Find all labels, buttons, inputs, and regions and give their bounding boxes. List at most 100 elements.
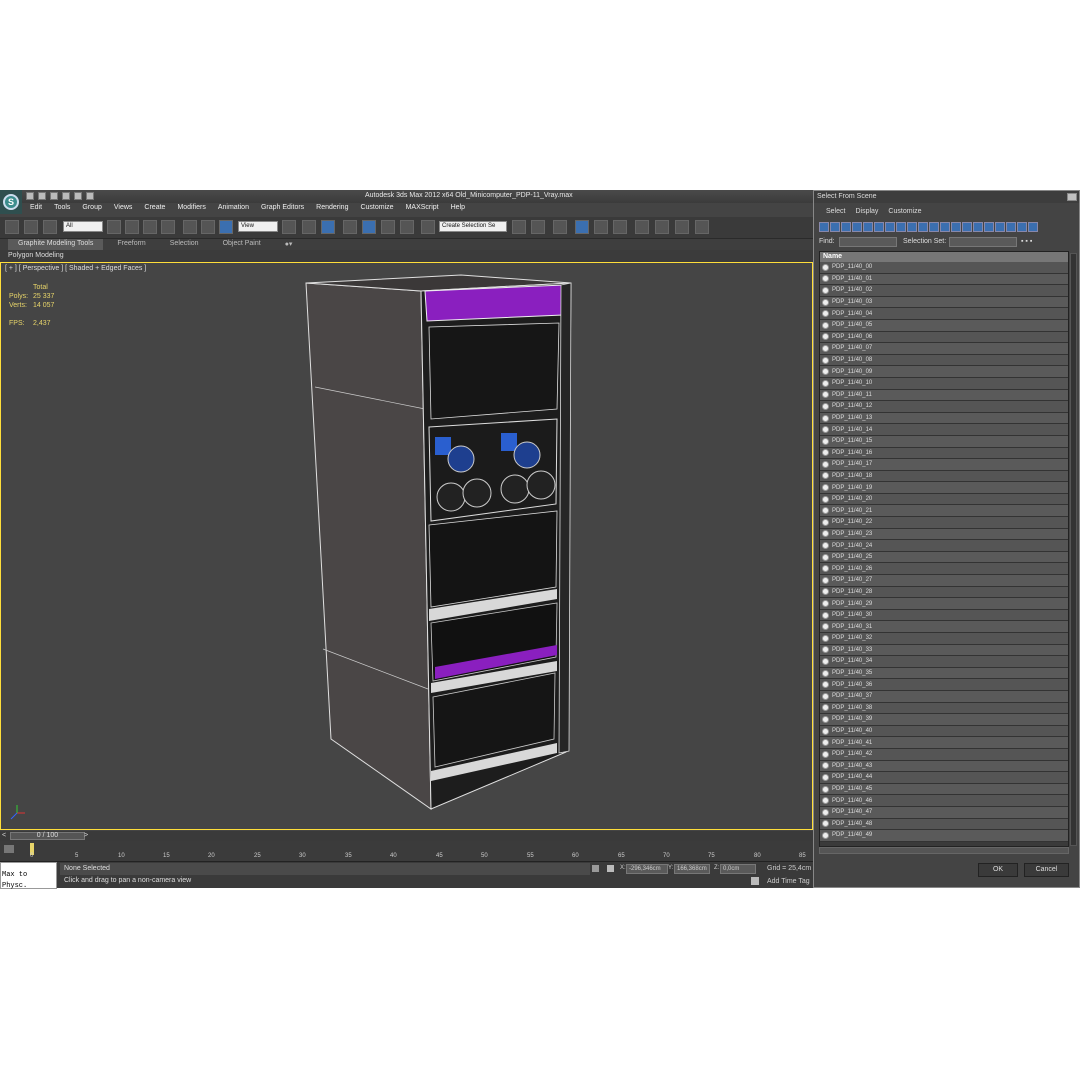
list-item[interactable]: PDP_11/40_40 (820, 725, 1068, 738)
list-item[interactable]: PDP_11/40_42 (820, 748, 1068, 761)
viewport-label[interactable]: [ + ] [ Perspective ] [ Shaded + Edged F… (5, 265, 146, 272)
find-input[interactable] (839, 237, 897, 247)
absolute-mode-icon[interactable] (607, 865, 614, 872)
material-editor-icon[interactable] (635, 220, 649, 234)
time-slider-prev-icon[interactable]: < (2, 832, 6, 839)
list-item[interactable]: PDP_11/40_39 (820, 714, 1068, 726)
list-item[interactable]: PDP_11/40_26 (820, 563, 1068, 576)
select-none-icon[interactable] (995, 222, 1005, 232)
list-item[interactable]: PDP_11/40_05 (820, 319, 1068, 332)
menu-graph-editors[interactable]: Graph Editors (261, 204, 304, 216)
filter-containers-icon[interactable] (918, 222, 928, 232)
pivot-center-icon[interactable] (282, 220, 296, 234)
filter-geometry-icon[interactable] (819, 222, 829, 232)
lock-selection-icon[interactable] (592, 865, 599, 872)
list-item[interactable]: PDP_11/40_27 (820, 575, 1068, 587)
scale-icon[interactable] (219, 220, 233, 234)
menu-animation[interactable]: Animation (218, 204, 249, 216)
curve-editor-icon[interactable] (594, 220, 608, 234)
menu-modifiers[interactable]: Modifiers (177, 204, 205, 216)
list-item[interactable]: PDP_11/40_48 (820, 818, 1068, 831)
filter-frozen-icon[interactable] (929, 222, 939, 232)
render-setup-icon[interactable] (655, 220, 669, 234)
list-item[interactable]: PDP_11/40_29 (820, 598, 1068, 610)
list-item[interactable]: PDP_11/40_38 (820, 702, 1068, 715)
list-item[interactable]: PDP_11/40_44 (820, 772, 1068, 784)
rendered-frame-window-icon[interactable] (675, 220, 689, 234)
dialog-menu-display[interactable]: Display (855, 205, 878, 218)
project-icon[interactable] (86, 192, 94, 200)
list-item[interactable]: PDP_11/40_08 (820, 354, 1068, 367)
tab-freeform[interactable]: Freeform (107, 239, 155, 250)
filter-xrefs-icon[interactable] (896, 222, 906, 232)
menu-maxscript[interactable]: MAXScript (406, 204, 439, 216)
list-item[interactable]: PDP_11/40_18 (820, 470, 1068, 483)
list-item[interactable]: PDP_11/40_17 (820, 459, 1068, 471)
time-tag-icon[interactable] (751, 877, 759, 885)
menu-views[interactable]: Views (114, 204, 133, 216)
list-item[interactable]: PDP_11/40_06 (820, 331, 1068, 344)
angle-snap-icon[interactable] (362, 220, 376, 234)
selection-set-dropdown[interactable] (949, 237, 1017, 247)
list-item[interactable]: PDP_11/40_28 (820, 586, 1068, 599)
select-object-icon[interactable] (107, 220, 121, 234)
list-item[interactable]: PDP_11/40_34 (820, 656, 1068, 668)
mirror-icon[interactable] (512, 220, 526, 234)
menu-group[interactable]: Group (82, 204, 101, 216)
list-item[interactable]: PDP_11/40_02 (820, 285, 1068, 297)
list-item[interactable]: PDP_11/40_19 (820, 482, 1068, 494)
list-item[interactable]: PDP_11/40_22 (820, 517, 1068, 529)
sync-selection-icon[interactable] (1017, 222, 1027, 232)
list-item[interactable]: PDP_11/40_41 (820, 737, 1068, 749)
graphite-toggle-icon[interactable] (575, 220, 589, 234)
tab-object-paint[interactable]: Object Paint (213, 239, 271, 250)
list-item[interactable]: PDP_11/40_23 (820, 528, 1068, 541)
list-item[interactable]: PDP_11/40_04 (820, 308, 1068, 320)
x-coordinate-field[interactable]: -296,346cm (626, 864, 668, 874)
menu-create[interactable]: Create (144, 204, 165, 216)
menu-tools[interactable]: Tools (54, 204, 70, 216)
list-item[interactable]: PDP_11/40_13 (820, 412, 1068, 425)
list-item[interactable]: PDP_11/40_09 (820, 366, 1068, 378)
filter-shapes-icon[interactable] (830, 222, 840, 232)
scene-object-list[interactable]: Name PDP_11/40_00 PDP_11/40_01 PDP_11/40_0… (819, 251, 1069, 847)
unlink-icon[interactable] (24, 220, 38, 234)
list-item[interactable]: PDP_11/40_24 (820, 540, 1068, 552)
filter-hidden-icon[interactable] (940, 222, 950, 232)
list-item[interactable]: PDP_11/40_31 (820, 621, 1068, 633)
polygon-modeling-panel[interactable]: Polygon Modeling (0, 250, 813, 262)
selection-set-options-icon[interactable]: ▪ ▪ ▪ (1021, 238, 1032, 245)
render-production-icon[interactable] (695, 220, 709, 234)
list-item[interactable]: PDP_11/40_32 (820, 633, 1068, 645)
undo-icon[interactable] (62, 192, 70, 200)
display-none-icon[interactable] (962, 222, 972, 232)
list-item[interactable]: PDP_11/40_20 (820, 493, 1068, 506)
rotate-icon[interactable] (201, 220, 215, 234)
save-icon[interactable] (50, 192, 58, 200)
time-slider[interactable]: 0 / 100 (10, 832, 85, 840)
select-by-name-icon[interactable] (125, 220, 139, 234)
list-item[interactable]: PDP_11/40_11 (820, 389, 1068, 402)
filter-lights-icon[interactable] (841, 222, 851, 232)
percent-snap-icon[interactable] (381, 220, 395, 234)
select-manipulate-icon[interactable] (302, 220, 316, 234)
dialog-menu-customize[interactable]: Customize (888, 205, 921, 218)
filter-helpers-icon[interactable] (863, 222, 873, 232)
reference-coordinate-dropdown[interactable]: View (238, 221, 278, 232)
redo-icon[interactable] (74, 192, 82, 200)
add-time-tag-button[interactable]: Add Time Tag (767, 878, 810, 885)
filter-groups-icon[interactable] (885, 222, 895, 232)
close-icon[interactable] (1067, 193, 1077, 201)
display-all-icon[interactable] (951, 222, 961, 232)
cancel-button[interactable]: Cancel (1024, 863, 1069, 877)
list-item[interactable]: PDP_11/40_47 (820, 806, 1068, 819)
app-logo-button[interactable]: S (0, 190, 22, 214)
bind-space-warp-icon[interactable] (43, 220, 57, 234)
list-item[interactable]: PDP_11/40_35 (820, 667, 1068, 680)
keyboard-shortcut-override-icon[interactable] (321, 220, 335, 234)
list-item[interactable]: PDP_11/40_12 (820, 401, 1068, 413)
spinner-snap-icon[interactable] (400, 220, 414, 234)
list-item[interactable]: PDP_11/40_46 (820, 795, 1068, 807)
open-file-icon[interactable] (38, 192, 46, 200)
ok-button[interactable]: OK (978, 863, 1018, 877)
